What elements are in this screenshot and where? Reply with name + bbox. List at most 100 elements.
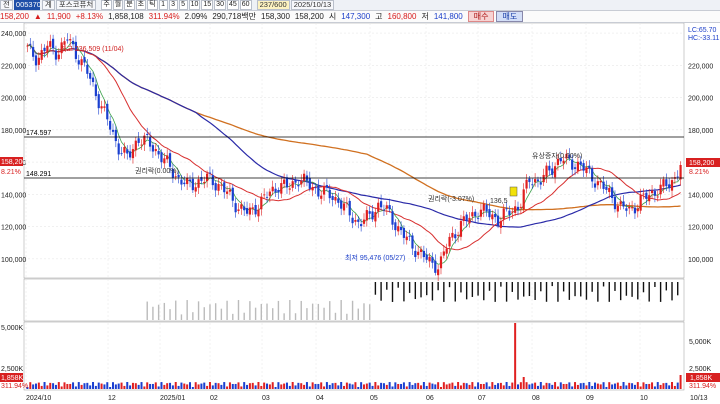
up-arrow-icon: ▲ (33, 12, 42, 21)
count-field[interactable]: 237/600 (256, 0, 290, 10)
right-vol-tick-2: 2,500K (689, 366, 712, 373)
indicator-bar (220, 308, 223, 320)
period-60[interactable]: 60 (239, 0, 252, 10)
period-1[interactable]: 1 (158, 0, 168, 10)
volume-bar (519, 382, 522, 389)
candle-body (516, 206, 520, 211)
stock-code-input[interactable]: 005370 (13, 0, 41, 10)
volume-bar (129, 385, 132, 389)
period-3[interactable]: 3 (168, 0, 178, 10)
candle-body (653, 191, 657, 196)
period-minute[interactable]: 분 (124, 0, 135, 10)
volume-bar (89, 385, 92, 389)
low-annotation: 최저 95,476 (05/27) (345, 253, 405, 262)
candle-body (129, 151, 132, 158)
candle-body (591, 168, 594, 182)
candle-body (137, 138, 140, 143)
candle-body (391, 211, 394, 225)
candle-body (459, 221, 463, 237)
volume-bar (442, 382, 445, 389)
indicator-bar (431, 282, 434, 301)
indicator-bar (363, 303, 365, 320)
market-combo[interactable]: 전 (0, 0, 13, 10)
indicator-bar (357, 308, 359, 320)
volume-bar (46, 385, 49, 389)
candle-body (613, 196, 617, 210)
volume-bar (100, 383, 103, 389)
buy-button[interactable]: 매수 (467, 11, 495, 22)
volume-bar (559, 382, 562, 389)
volume-panel (23, 321, 685, 391)
volume-bar (223, 382, 226, 389)
period-month[interactable]: 월 (112, 0, 124, 10)
volume-bar (619, 385, 622, 389)
period-15[interactable]: 15 (201, 0, 214, 10)
volume-bar (642, 382, 645, 389)
candle-body (154, 148, 157, 152)
indicator-bar (209, 304, 211, 320)
volume-bar (97, 382, 100, 389)
volume-bar (582, 382, 585, 389)
volume-bar (514, 323, 517, 389)
volume-bar (645, 384, 648, 389)
sell-button[interactable]: 매도 (496, 11, 524, 22)
candle-body (425, 254, 428, 260)
period-second[interactable]: 초 (135, 0, 147, 10)
candle-body (351, 217, 354, 224)
candle-body (668, 184, 671, 189)
left-price-pct: 8.21% (1, 169, 21, 176)
volume-bar (545, 382, 548, 389)
period-10[interactable]: 10 (188, 0, 201, 10)
candle-body (439, 256, 443, 269)
volume-bar (400, 383, 403, 389)
candle-body (448, 236, 451, 247)
x-tick-label: 06 (426, 395, 434, 402)
volume-bar (49, 382, 52, 389)
indicator-bar (260, 303, 263, 320)
volume-bar (494, 384, 497, 389)
indicator-bar (249, 301, 251, 320)
volume-bar (477, 382, 480, 389)
price-chart[interactable]: 174.597 148.291 최고 236,509 (11/04) 최저 95… (0, 23, 720, 404)
indicator-bar (448, 282, 451, 288)
indicator-bar (465, 282, 468, 300)
candle-body (49, 41, 52, 47)
date-field[interactable]: 2025/10/13 (290, 0, 335, 10)
period-30[interactable]: 30 (214, 0, 226, 10)
candle-body (670, 180, 674, 191)
volume-bar (54, 384, 57, 389)
tab-account[interactable]: 계 (41, 0, 55, 10)
x-axis: 2024/10 12 2025/01 02 03 04 05 06 07 08 09 10 10/13 (26, 395, 708, 402)
volume-bar (197, 384, 200, 389)
indicator-bar (232, 313, 234, 320)
volume-bar (465, 383, 468, 389)
stock-name[interactable]: 포스코퓨처 (55, 0, 97, 10)
volume-bar (337, 385, 340, 389)
left-tick-label: 180,000 (1, 128, 26, 135)
left-vol-tick-2: 2,500K (1, 366, 24, 373)
volume-bar (485, 382, 488, 389)
candle-body (111, 129, 115, 132)
event-marker-icon[interactable] (509, 186, 518, 197)
candle-body (54, 50, 58, 60)
left-tick-label: 140,000 (1, 192, 26, 199)
volume-bar (114, 384, 117, 389)
indicator-bar (146, 301, 148, 320)
volume-bar (431, 383, 434, 389)
volume-bar (616, 382, 619, 389)
period-week[interactable]: 주 (101, 0, 112, 10)
period-tick[interactable]: 틱 (147, 0, 158, 10)
volume-bar (308, 386, 311, 389)
indicator-bar (192, 312, 194, 320)
volume-bar (63, 382, 66, 389)
volume-bar (111, 382, 114, 389)
candle-body (251, 207, 254, 209)
period-5[interactable]: 5 (178, 0, 188, 10)
volume-bar (588, 382, 591, 389)
volume-bar (94, 385, 97, 389)
candle-body (43, 47, 46, 52)
volume-bar (314, 383, 317, 389)
volume-bar (628, 382, 631, 389)
indicator-bar (294, 313, 297, 320)
period-45[interactable]: 45 (226, 0, 239, 10)
